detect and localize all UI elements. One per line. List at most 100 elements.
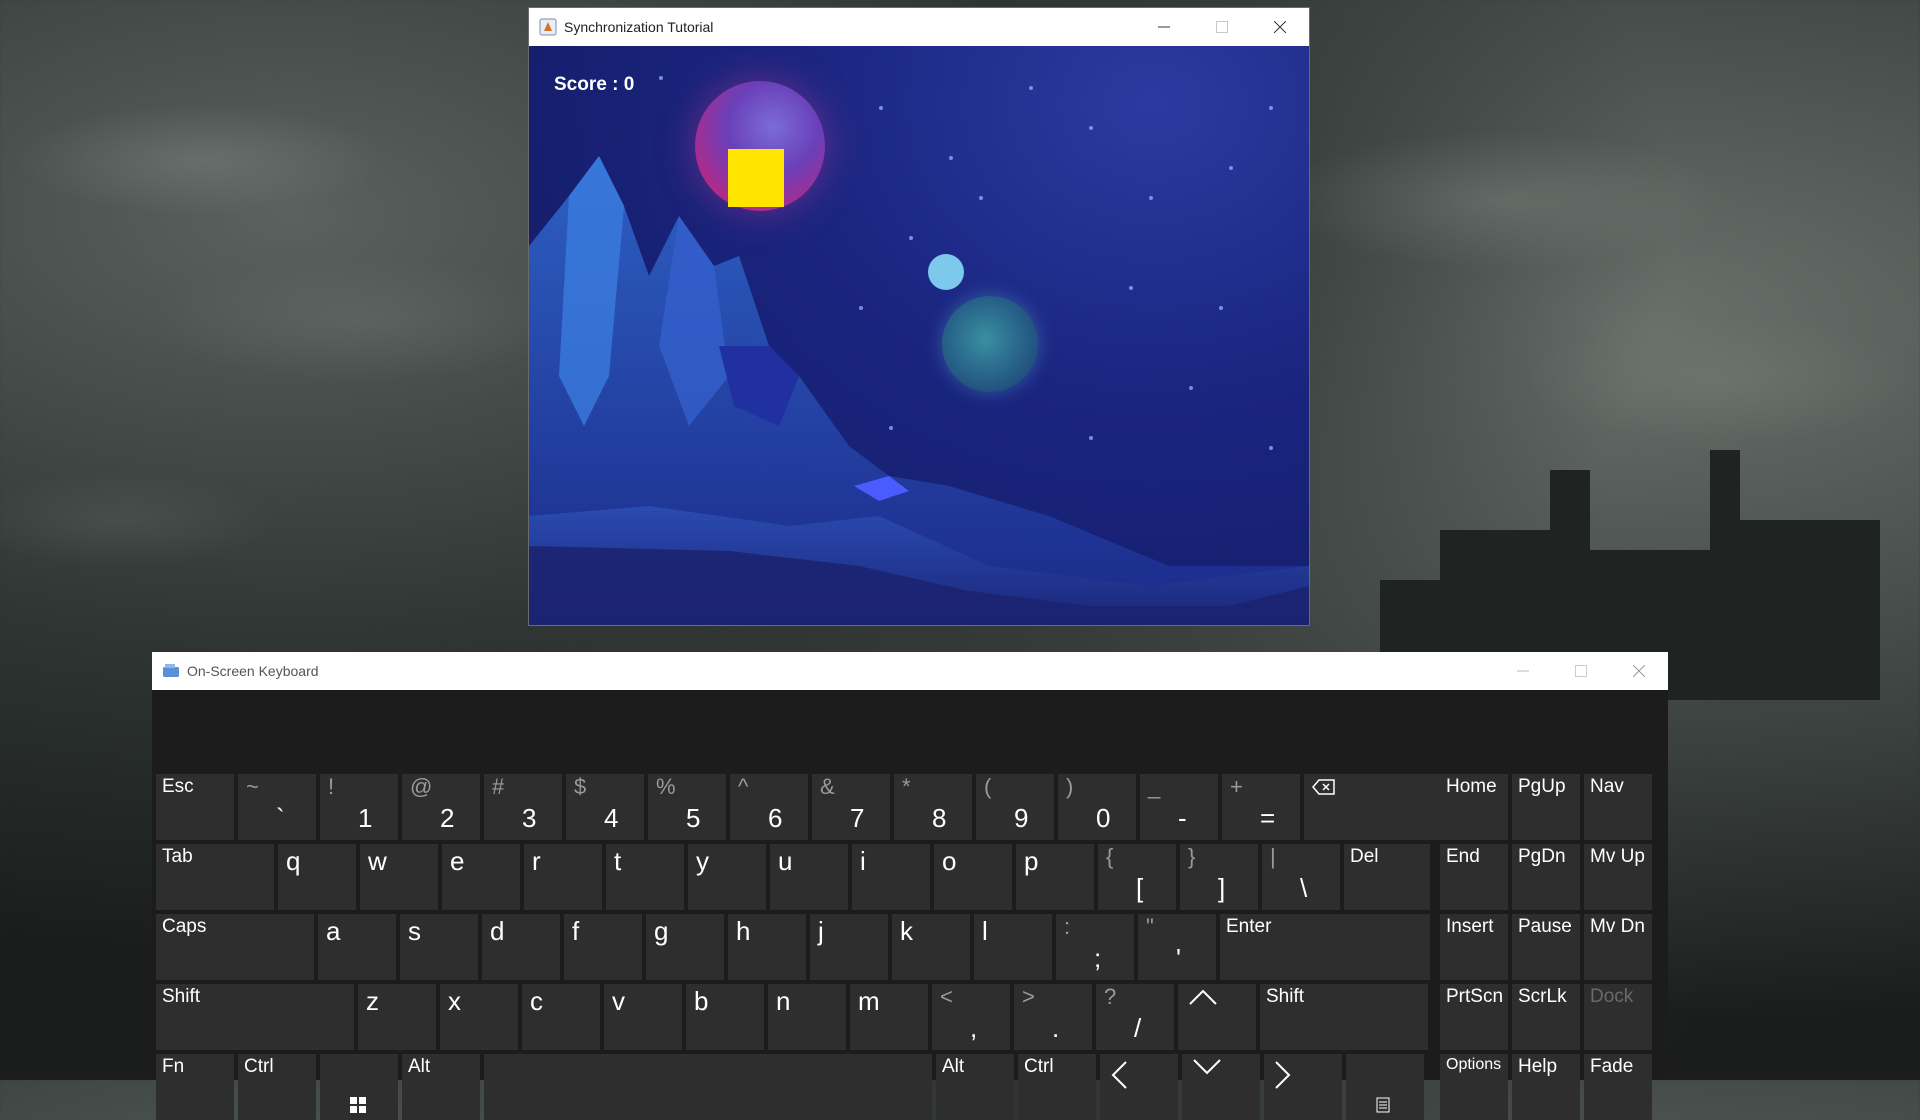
key-lshift[interactable]: Shift <box>156 984 354 1050</box>
key-del[interactable]: Del <box>1344 844 1430 910</box>
key-1[interactable]: ! 1 <box>320 774 398 840</box>
key-mv-dn[interactable]: Mv Dn <box>1584 914 1652 980</box>
key-mv-up[interactable]: Mv Up <box>1584 844 1652 910</box>
key-period[interactable]: >. <box>1014 984 1092 1050</box>
key-label: Options <box>1446 1056 1502 1073</box>
key-m[interactable]: m <box>850 984 928 1050</box>
key-d[interactable]: d <box>482 914 560 980</box>
key-backspace[interactable] <box>1304 774 1442 840</box>
key-s[interactable]: s <box>400 914 478 980</box>
key-comma[interactable]: <, <box>932 984 1010 1050</box>
key-help[interactable]: Help <box>1512 1054 1580 1120</box>
key-quote[interactable]: " ' <box>1138 914 1216 980</box>
key-backslash[interactable]: | \ <box>1262 844 1340 910</box>
key-insert[interactable]: Insert <box>1440 914 1508 980</box>
key-label: Shift <box>1266 986 1305 1007</box>
key-a[interactable]: a <box>318 914 396 980</box>
key-u[interactable]: u <box>770 844 848 910</box>
key-esc[interactable]: Esc <box>156 774 234 840</box>
key-lbracket[interactable]: {[ <box>1098 844 1176 910</box>
key-w[interactable]: w <box>360 844 438 910</box>
key-home[interactable]: Home <box>1440 774 1508 840</box>
key-rbracket[interactable]: }] <box>1180 844 1258 910</box>
osk-titlebar[interactable]: On-Screen Keyboard <box>152 652 1668 690</box>
teal-planet <box>942 296 1038 392</box>
key-fade[interactable]: Fade <box>1584 1054 1652 1120</box>
key-prtscn[interactable]: PrtScn <box>1440 984 1508 1050</box>
key-rshift[interactable]: Shift <box>1260 984 1428 1050</box>
key-q[interactable]: q <box>278 844 356 910</box>
key-end[interactable]: End <box>1440 844 1508 910</box>
osk-minimize-button[interactable] <box>1494 652 1552 690</box>
key-g[interactable]: g <box>646 914 724 980</box>
key-backtick[interactable]: ~ ` <box>238 774 316 840</box>
key-c[interactable]: c <box>522 984 600 1050</box>
key-space[interactable] <box>484 1054 932 1120</box>
key-4[interactable]: $4 <box>566 774 644 840</box>
key-pgup[interactable]: PgUp <box>1512 774 1580 840</box>
key-tab[interactable]: Tab <box>156 844 274 910</box>
player-square <box>728 149 784 207</box>
key-lalt[interactable]: Alt <box>402 1054 480 1120</box>
key-e[interactable]: e <box>442 844 520 910</box>
key-up[interactable] <box>1178 984 1256 1050</box>
maximize-button[interactable] <box>1193 8 1251 46</box>
key-v[interactable]: v <box>604 984 682 1050</box>
key-down[interactable] <box>1182 1054 1260 1120</box>
key-label: Alt <box>942 1056 965 1077</box>
key-semicolon[interactable]: :; <box>1056 914 1134 980</box>
key-k[interactable]: k <box>892 914 970 980</box>
key-y[interactable]: y <box>688 844 766 910</box>
key-rctrl[interactable]: Ctrl <box>1018 1054 1096 1120</box>
arrow-right-icon <box>1274 1060 1292 1095</box>
close-button[interactable] <box>1251 8 1309 46</box>
key-pgdn[interactable]: PgDn <box>1512 844 1580 910</box>
key-caps[interactable]: Caps <box>156 914 314 980</box>
key-2[interactable]: @2 <box>402 774 480 840</box>
key-slash[interactable]: ? / <box>1096 984 1174 1050</box>
game-window-titlebar[interactable]: Synchronization Tutorial <box>529 8 1309 46</box>
key-i[interactable]: i <box>852 844 930 910</box>
key-right[interactable] <box>1264 1054 1342 1120</box>
key-x[interactable]: x <box>440 984 518 1050</box>
key-shift-label: > <box>1022 984 1035 1009</box>
key-z[interactable]: z <box>358 984 436 1050</box>
key-n[interactable]: n <box>768 984 846 1050</box>
key-3[interactable]: #3 <box>484 774 562 840</box>
key-7[interactable]: & 7 <box>812 774 890 840</box>
key-menu[interactable] <box>1346 1054 1424 1120</box>
key-9[interactable]: (9 <box>976 774 1054 840</box>
key-equals[interactable]: + = <box>1222 774 1300 840</box>
key-left[interactable] <box>1100 1054 1178 1120</box>
key-0[interactable]: ) 0 <box>1058 774 1136 840</box>
key-pause[interactable]: Pause <box>1512 914 1580 980</box>
key-scrlk[interactable]: ScrLk <box>1512 984 1580 1050</box>
game-canvas[interactable]: Score : 0 <box>529 46 1309 625</box>
key-shift-label: * <box>902 774 911 799</box>
maximize-icon <box>1216 21 1228 33</box>
key-lctrl[interactable]: Ctrl <box>238 1054 316 1120</box>
key-5[interactable]: % 5 <box>648 774 726 840</box>
key-options[interactable]: Options <box>1440 1054 1508 1120</box>
key-ralt[interactable]: Alt <box>936 1054 1014 1120</box>
key-8[interactable]: * 8 <box>894 774 972 840</box>
key-j[interactable]: j <box>810 914 888 980</box>
key-fn[interactable]: Fn <box>156 1054 234 1120</box>
osk-close-button[interactable] <box>1610 652 1668 690</box>
key-nav[interactable]: Nav <box>1584 774 1652 840</box>
key-f[interactable]: f <box>564 914 642 980</box>
osk-maximize-button[interactable] <box>1552 652 1610 690</box>
key-o[interactable]: o <box>934 844 1012 910</box>
minimize-button[interactable] <box>1135 8 1193 46</box>
key-minus[interactable]: _ - <box>1140 774 1218 840</box>
key-h[interactable]: h <box>728 914 806 980</box>
key-p[interactable]: p <box>1016 844 1094 910</box>
key-dock[interactable]: Dock <box>1584 984 1652 1050</box>
key-b[interactable]: b <box>686 984 764 1050</box>
key-l[interactable]: l <box>974 914 1052 980</box>
key-6[interactable]: ^ 6 <box>730 774 808 840</box>
key-t[interactable]: t <box>606 844 684 910</box>
key-enter[interactable]: Enter <box>1220 914 1430 980</box>
key-win[interactable] <box>320 1054 398 1120</box>
key-r[interactable]: r <box>524 844 602 910</box>
